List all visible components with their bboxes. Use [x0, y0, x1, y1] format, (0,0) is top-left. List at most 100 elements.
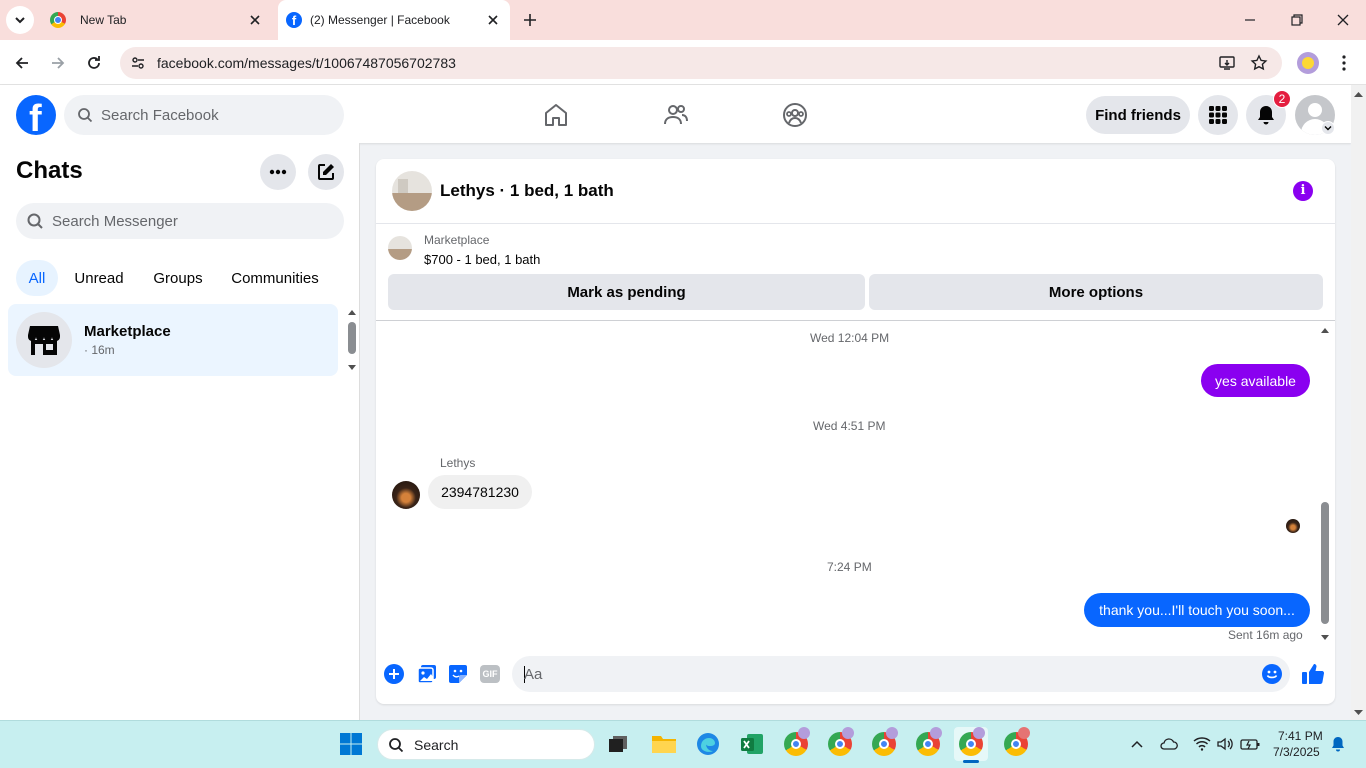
- new-tab-button[interactable]: [520, 10, 540, 30]
- outgoing-message[interactable]: thank you...I'll touch you soon...: [1084, 593, 1310, 627]
- chrome-icon: [828, 727, 854, 756]
- tab-search-button[interactable]: [6, 6, 34, 34]
- chevron-up-icon: [1131, 740, 1143, 748]
- filter-groups[interactable]: Groups: [144, 260, 212, 296]
- tab-title: New Tab: [80, 13, 127, 27]
- more-options-button[interactable]: More options: [869, 274, 1323, 310]
- plus-icon: [524, 14, 536, 26]
- close-window-button[interactable]: [1335, 12, 1351, 28]
- onedrive-tray-icon[interactable]: [1160, 736, 1178, 752]
- facebook-search-input[interactable]: Search Facebook: [64, 95, 344, 135]
- excel-icon: [741, 734, 763, 754]
- tab-title: (2) Messenger | Facebook: [310, 13, 450, 27]
- page-scrollbar[interactable]: [1351, 85, 1366, 720]
- info-icon: i: [1300, 183, 1306, 198]
- chrome-active-button[interactable]: [954, 727, 988, 761]
- nav-friends[interactable]: [662, 101, 690, 129]
- site-info-icon[interactable]: [130, 55, 146, 71]
- chrome-profile-1-button[interactable]: [779, 727, 813, 761]
- battery-icon[interactable]: [1240, 737, 1260, 751]
- messages-scrollbar[interactable]: [1318, 322, 1332, 644]
- notification-badge: 2: [1273, 90, 1291, 108]
- chrome-profile-4-button[interactable]: [911, 727, 945, 761]
- install-app-icon[interactable]: [1218, 54, 1236, 72]
- menu-button[interactable]: [1198, 95, 1238, 135]
- nav-groups[interactable]: [781, 101, 809, 129]
- conversation-list-item[interactable]: Marketplace · 16m: [8, 304, 338, 376]
- conversation-title[interactable]: Lethys · 1 bed, 1 bath: [440, 181, 614, 201]
- attach-photo-button[interactable]: [417, 664, 437, 684]
- chevron-down-icon: [15, 17, 25, 24]
- contact-avatar[interactable]: [392, 171, 432, 211]
- task-view-button[interactable]: [601, 727, 635, 761]
- volume-icon[interactable]: [1216, 736, 1234, 752]
- header-divider: [376, 223, 1335, 224]
- facebook-logo[interactable]: f: [16, 95, 56, 135]
- profile-avatar-button[interactable]: [1297, 52, 1319, 74]
- chrome-icon: [959, 727, 985, 756]
- chats-title: Chats: [16, 157, 83, 184]
- windows-logo-icon: [340, 733, 362, 755]
- tab-new-tab[interactable]: New Tab: [40, 0, 272, 40]
- sticker-button[interactable]: [448, 664, 468, 684]
- address-bar[interactable]: facebook.com/messages/t/1006748705670278…: [120, 47, 1282, 79]
- file-explorer-button[interactable]: [647, 727, 681, 761]
- more-actions-button[interactable]: [384, 664, 404, 684]
- edge-icon: [697, 733, 719, 755]
- filter-communities[interactable]: Communities: [222, 260, 328, 296]
- emoji-button[interactable]: [1262, 664, 1282, 684]
- close-icon[interactable]: [248, 13, 262, 27]
- restore-button[interactable]: [1289, 12, 1305, 28]
- start-button[interactable]: [334, 727, 368, 761]
- incoming-message[interactable]: 2394781230: [428, 475, 532, 509]
- delivery-status: Sent 16m ago: [1228, 628, 1303, 642]
- chats-options-button[interactable]: [260, 154, 296, 190]
- account-chevron-icon[interactable]: [1321, 121, 1335, 135]
- reload-button[interactable]: [84, 53, 104, 73]
- bookmark-star-icon[interactable]: [1250, 54, 1268, 72]
- taskbar-search[interactable]: Search: [377, 729, 595, 760]
- find-friends-button[interactable]: Find friends: [1086, 96, 1190, 134]
- chrome-profile-3-button[interactable]: [867, 727, 901, 761]
- excel-button[interactable]: [735, 727, 769, 761]
- thumbs-up-icon: [1302, 664, 1325, 685]
- chrome-profile-2-button[interactable]: [823, 727, 857, 761]
- listing-summary[interactable]: $700 - 1 bed, 1 bath: [424, 252, 540, 267]
- search-placeholder: Search Facebook: [101, 106, 219, 124]
- chrome-profile-5-button[interactable]: [999, 727, 1033, 761]
- close-icon[interactable]: [486, 13, 500, 27]
- conversation-info-button[interactable]: i: [1293, 181, 1313, 201]
- minimize-button[interactable]: [1242, 12, 1258, 28]
- clock-date[interactable]: 7/3/2025: [1273, 745, 1320, 759]
- bell-icon: [1258, 106, 1274, 125]
- facebook-icon: f: [286, 12, 302, 28]
- outgoing-message[interactable]: yes available: [1201, 364, 1310, 397]
- mark-as-pending-button[interactable]: Mark as pending: [388, 274, 865, 310]
- nav-home[interactable]: [542, 101, 570, 129]
- user-silhouette-icon: [1308, 103, 1322, 117]
- forward-button[interactable]: [48, 53, 68, 73]
- search-messenger-input[interactable]: Search Messenger: [16, 203, 344, 239]
- groups-icon: [783, 103, 807, 127]
- new-message-button[interactable]: [308, 154, 344, 190]
- minimize-icon: [1245, 19, 1255, 21]
- show-hidden-icons-button[interactable]: [1130, 737, 1144, 751]
- message-input[interactable]: Aa: [512, 656, 1290, 692]
- edge-button[interactable]: [691, 727, 725, 761]
- chat-list-scrollbar[interactable]: [346, 306, 358, 374]
- back-button[interactable]: [12, 53, 32, 73]
- sender-avatar[interactable]: [392, 481, 420, 509]
- browser-menu-button[interactable]: [1336, 54, 1352, 72]
- tab-messenger[interactable]: f (2) Messenger | Facebook: [278, 0, 510, 40]
- listing-thumbnail[interactable]: [388, 236, 412, 260]
- send-like-button[interactable]: [1301, 662, 1325, 686]
- gif-button[interactable]: GIF: [480, 665, 500, 683]
- compose-icon: [318, 164, 334, 180]
- filter-unread[interactable]: Unread: [66, 260, 132, 296]
- wifi-icon[interactable]: [1193, 736, 1211, 752]
- url-text: facebook.com/messages/t/1006748705670278…: [157, 55, 456, 71]
- taskbar-search-label: Search: [414, 736, 459, 753]
- clock-time[interactable]: 7:41 PM: [1278, 729, 1323, 743]
- notification-center-button[interactable]: [1330, 736, 1346, 752]
- filter-all[interactable]: All: [16, 260, 58, 296]
